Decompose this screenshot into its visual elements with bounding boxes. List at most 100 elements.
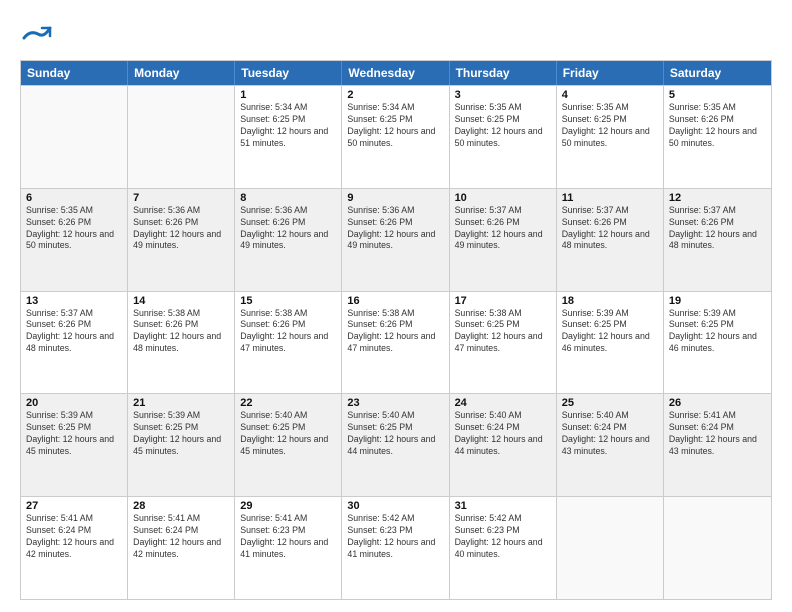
cal-cell: 10Sunrise: 5:37 AMSunset: 6:26 PMDayligh… bbox=[450, 189, 557, 291]
cell-info: Sunrise: 5:39 AMSunset: 6:25 PMDaylight:… bbox=[669, 308, 766, 356]
cal-cell: 18Sunrise: 5:39 AMSunset: 6:25 PMDayligh… bbox=[557, 292, 664, 394]
cal-cell bbox=[557, 497, 664, 599]
cal-cell: 26Sunrise: 5:41 AMSunset: 6:24 PMDayligh… bbox=[664, 394, 771, 496]
cal-cell: 31Sunrise: 5:42 AMSunset: 6:23 PMDayligh… bbox=[450, 497, 557, 599]
cal-cell: 24Sunrise: 5:40 AMSunset: 6:24 PMDayligh… bbox=[450, 394, 557, 496]
cal-cell: 11Sunrise: 5:37 AMSunset: 6:26 PMDayligh… bbox=[557, 189, 664, 291]
day-number: 30 bbox=[347, 500, 443, 512]
day-number: 1 bbox=[240, 89, 336, 101]
header-day-monday: Monday bbox=[128, 61, 235, 85]
cal-cell: 8Sunrise: 5:36 AMSunset: 6:26 PMDaylight… bbox=[235, 189, 342, 291]
cal-cell: 9Sunrise: 5:36 AMSunset: 6:26 PMDaylight… bbox=[342, 189, 449, 291]
day-number: 25 bbox=[562, 397, 658, 409]
header-day-thursday: Thursday bbox=[450, 61, 557, 85]
day-number: 16 bbox=[347, 295, 443, 307]
cell-info: Sunrise: 5:35 AMSunset: 6:25 PMDaylight:… bbox=[562, 102, 658, 150]
cell-info: Sunrise: 5:37 AMSunset: 6:26 PMDaylight:… bbox=[455, 205, 551, 253]
cell-info: Sunrise: 5:35 AMSunset: 6:26 PMDaylight:… bbox=[669, 102, 766, 150]
page: SundayMondayTuesdayWednesdayThursdayFrid… bbox=[0, 0, 792, 612]
cell-info: Sunrise: 5:41 AMSunset: 6:24 PMDaylight:… bbox=[133, 513, 229, 561]
day-number: 28 bbox=[133, 500, 229, 512]
cal-cell: 29Sunrise: 5:41 AMSunset: 6:23 PMDayligh… bbox=[235, 497, 342, 599]
cal-cell: 4Sunrise: 5:35 AMSunset: 6:25 PMDaylight… bbox=[557, 86, 664, 188]
cal-cell: 14Sunrise: 5:38 AMSunset: 6:26 PMDayligh… bbox=[128, 292, 235, 394]
day-number: 4 bbox=[562, 89, 658, 101]
cal-cell: 19Sunrise: 5:39 AMSunset: 6:25 PMDayligh… bbox=[664, 292, 771, 394]
cal-cell: 28Sunrise: 5:41 AMSunset: 6:24 PMDayligh… bbox=[128, 497, 235, 599]
cal-cell: 7Sunrise: 5:36 AMSunset: 6:26 PMDaylight… bbox=[128, 189, 235, 291]
cal-cell: 27Sunrise: 5:41 AMSunset: 6:24 PMDayligh… bbox=[21, 497, 128, 599]
cal-cell: 25Sunrise: 5:40 AMSunset: 6:24 PMDayligh… bbox=[557, 394, 664, 496]
cal-cell: 6Sunrise: 5:35 AMSunset: 6:26 PMDaylight… bbox=[21, 189, 128, 291]
day-number: 27 bbox=[26, 500, 122, 512]
cell-info: Sunrise: 5:40 AMSunset: 6:24 PMDaylight:… bbox=[455, 410, 551, 458]
day-number: 5 bbox=[669, 89, 766, 101]
cell-info: Sunrise: 5:39 AMSunset: 6:25 PMDaylight:… bbox=[562, 308, 658, 356]
day-number: 8 bbox=[240, 192, 336, 204]
header-day-tuesday: Tuesday bbox=[235, 61, 342, 85]
cal-cell: 21Sunrise: 5:39 AMSunset: 6:25 PMDayligh… bbox=[128, 394, 235, 496]
cal-cell: 22Sunrise: 5:40 AMSunset: 6:25 PMDayligh… bbox=[235, 394, 342, 496]
header bbox=[20, 16, 772, 52]
day-number: 22 bbox=[240, 397, 336, 409]
day-number: 17 bbox=[455, 295, 551, 307]
cell-info: Sunrise: 5:36 AMSunset: 6:26 PMDaylight:… bbox=[133, 205, 229, 253]
cal-cell bbox=[664, 497, 771, 599]
cal-cell: 16Sunrise: 5:38 AMSunset: 6:26 PMDayligh… bbox=[342, 292, 449, 394]
cal-cell: 17Sunrise: 5:38 AMSunset: 6:25 PMDayligh… bbox=[450, 292, 557, 394]
day-number: 14 bbox=[133, 295, 229, 307]
header-day-friday: Friday bbox=[557, 61, 664, 85]
day-number: 24 bbox=[455, 397, 551, 409]
header-day-wednesday: Wednesday bbox=[342, 61, 449, 85]
calendar: SundayMondayTuesdayWednesdayThursdayFrid… bbox=[20, 60, 772, 600]
calendar-header: SundayMondayTuesdayWednesdayThursdayFrid… bbox=[21, 61, 771, 85]
cal-cell: 5Sunrise: 5:35 AMSunset: 6:26 PMDaylight… bbox=[664, 86, 771, 188]
day-number: 11 bbox=[562, 192, 658, 204]
day-number: 12 bbox=[669, 192, 766, 204]
week-row-4: 20 Sunrise: 5:39 AMSunset: 6:25 PMDayligh… bbox=[21, 393, 771, 496]
day-number: 15 bbox=[240, 295, 336, 307]
day-number: 21 bbox=[133, 397, 229, 409]
day-number: 31 bbox=[455, 500, 551, 512]
cell-info: Sunrise: 5:41 AMSunset: 6:23 PMDaylight:… bbox=[240, 513, 336, 561]
cal-cell: 1Sunrise: 5:34 AMSunset: 6:25 PMDaylight… bbox=[235, 86, 342, 188]
day-number: 19 bbox=[669, 295, 766, 307]
cell-info: Sunrise: 5:40 AMSunset: 6:25 PMDaylight:… bbox=[347, 410, 443, 458]
cell-info: Sunrise: 5:38 AMSunset: 6:25 PMDaylight:… bbox=[455, 308, 551, 356]
day-number: 29 bbox=[240, 500, 336, 512]
cell-info: Sunrise: 5:35 AMSunset: 6:25 PMDaylight:… bbox=[455, 102, 551, 150]
cell-info: Sunrise: 5:38 AMSunset: 6:26 PMDaylight:… bbox=[347, 308, 443, 356]
cell-info: Sunrise: 5:42 AMSunset: 6:23 PMDaylight:… bbox=[347, 513, 443, 561]
day-number: 23 bbox=[347, 397, 443, 409]
cal-cell: 2Sunrise: 5:34 AMSunset: 6:25 PMDaylight… bbox=[342, 86, 449, 188]
header-day-sunday: Sunday bbox=[21, 61, 128, 85]
cell-info: Sunrise: 5:34 AMSunset: 6:25 PMDaylight:… bbox=[240, 102, 336, 150]
day-number: 10 bbox=[455, 192, 551, 204]
cell-info: Sunrise: 5:37 AMSunset: 6:26 PMDaylight:… bbox=[26, 308, 122, 356]
day-number: 26 bbox=[669, 397, 766, 409]
day-number: 18 bbox=[562, 295, 658, 307]
header-day-saturday: Saturday bbox=[664, 61, 771, 85]
week-row-3: 13Sunrise: 5:37 AMSunset: 6:26 PMDayligh… bbox=[21, 291, 771, 394]
cell-info: Sunrise: 5:42 AMSunset: 6:23 PMDaylight:… bbox=[455, 513, 551, 561]
day-number: 3 bbox=[455, 89, 551, 101]
day-number: 20 bbox=[26, 397, 122, 409]
cell-info: Sunrise: 5:40 AMSunset: 6:24 PMDaylight:… bbox=[562, 410, 658, 458]
cal-cell: 13Sunrise: 5:37 AMSunset: 6:26 PMDayligh… bbox=[21, 292, 128, 394]
cal-cell bbox=[21, 86, 128, 188]
cell-info: Sunrise: 5:35 AMSunset: 6:26 PMDaylight:… bbox=[26, 205, 122, 253]
cal-cell: 15Sunrise: 5:38 AMSunset: 6:26 PMDayligh… bbox=[235, 292, 342, 394]
cell-info: Sunrise: 5:41 AMSunset: 6:24 PMDaylight:… bbox=[26, 513, 122, 561]
day-number: 7 bbox=[133, 192, 229, 204]
cell-info: Sunrise: 5:38 AMSunset: 6:26 PMDaylight:… bbox=[240, 308, 336, 356]
cal-cell bbox=[128, 86, 235, 188]
week-row-5: 27Sunrise: 5:41 AMSunset: 6:24 PMDayligh… bbox=[21, 496, 771, 599]
cal-cell: 3Sunrise: 5:35 AMSunset: 6:25 PMDaylight… bbox=[450, 86, 557, 188]
day-number: 13 bbox=[26, 295, 122, 307]
cell-info: Sunrise: 5:39 AMSunset: 6:25 PMDaylight:… bbox=[133, 410, 229, 458]
day-number: 9 bbox=[347, 192, 443, 204]
cell-info: Sunrise: 5:36 AMSunset: 6:26 PMDaylight:… bbox=[347, 205, 443, 253]
cell-info: Sunrise: 5:34 AMSunset: 6:25 PMDaylight:… bbox=[347, 102, 443, 150]
week-row-1: 1Sunrise: 5:34 AMSunset: 6:25 PMDaylight… bbox=[21, 85, 771, 188]
calendar-body: 1Sunrise: 5:34 AMSunset: 6:25 PMDaylight… bbox=[21, 85, 771, 599]
